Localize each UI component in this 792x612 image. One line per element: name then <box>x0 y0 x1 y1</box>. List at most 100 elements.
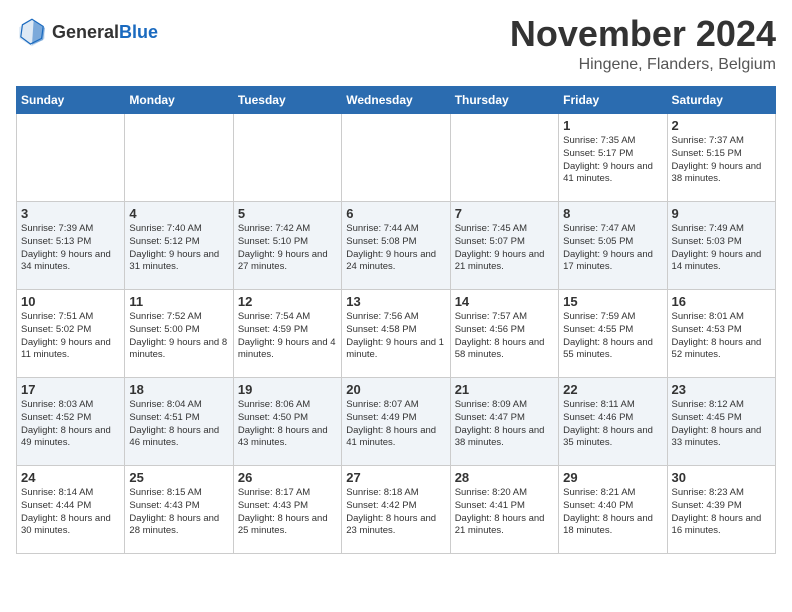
day-cell <box>17 114 125 202</box>
day-info: Sunrise: 8:23 AM Sunset: 4:39 PM Dayligh… <box>672 487 771 538</box>
day-cell: 22Sunrise: 8:11 AM Sunset: 4:46 PM Dayli… <box>559 378 667 466</box>
day-cell: 25 Sunrise: 8:15 AM Sunset: 4:43 PM Dayli… <box>125 466 233 554</box>
day-info: Sunrise: 8:12 AM Sunset: 4:45 PM Dayligh… <box>672 399 771 450</box>
day-number: 1 <box>563 118 662 133</box>
day-info: Sunrise: 8:14 AM Sunset: 4:44 PM Dayligh… <box>21 487 120 538</box>
logo: GeneralBlue <box>16 16 158 48</box>
day-info: Sunrise: 7:45 AM Sunset: 5:07 PM Dayligh… <box>455 223 554 274</box>
day-number: 5 <box>238 206 337 221</box>
day-number: 10 <box>21 294 120 309</box>
day-info: Sunrise: 8:04 AM Sunset: 4:51 PM Dayligh… <box>129 399 228 450</box>
day-cell: 7 Sunrise: 7:45 AM Sunset: 5:07 PM Daylig… <box>450 202 558 290</box>
day-number: 8 <box>563 206 662 221</box>
day-info: Sunrise: 7:44 AM Sunset: 5:08 PM Dayligh… <box>346 223 445 274</box>
day-cell: 16Sunrise: 8:01 AM Sunset: 4:53 PM Dayli… <box>667 290 775 378</box>
day-cell <box>125 114 233 202</box>
day-cell: 13 Sunrise: 7:56 AM Sunset: 4:58 PM Dayli… <box>342 290 450 378</box>
day-cell: 10 Sunrise: 7:51 AM Sunset: 5:02 PM Dayli… <box>17 290 125 378</box>
day-cell: 19 Sunrise: 8:06 AM Sunset: 4:50 PM Dayli… <box>233 378 341 466</box>
day-number: 12 <box>238 294 337 309</box>
day-info: Sunrise: 8:07 AM Sunset: 4:49 PM Dayligh… <box>346 399 445 450</box>
day-number: 25 <box>129 470 228 485</box>
day-cell: 4 Sunrise: 7:40 AM Sunset: 5:12 PM Daylig… <box>125 202 233 290</box>
day-info: Sunrise: 7:37 AM Sunset: 5:15 PM Dayligh… <box>672 135 771 186</box>
day-number: 19 <box>238 382 337 397</box>
day-cell <box>450 114 558 202</box>
day-info: Sunrise: 7:35 AM Sunset: 5:17 PM Dayligh… <box>563 135 662 186</box>
day-info: Sunrise: 8:20 AM Sunset: 4:41 PM Dayligh… <box>455 487 554 538</box>
calendar-table: SundayMondayTuesdayWednesdayThursdayFrid… <box>16 86 776 554</box>
day-cell: 5 Sunrise: 7:42 AM Sunset: 5:10 PM Daylig… <box>233 202 341 290</box>
day-cell: 3 Sunrise: 7:39 AM Sunset: 5:13 PM Daylig… <box>17 202 125 290</box>
day-info: Sunrise: 7:59 AM Sunset: 4:55 PM Dayligh… <box>563 311 662 362</box>
week-row-4: 17 Sunrise: 8:03 AM Sunset: 4:52 PM Dayli… <box>17 378 776 466</box>
day-info: Sunrise: 7:40 AM Sunset: 5:12 PM Dayligh… <box>129 223 228 274</box>
day-number: 30 <box>672 470 771 485</box>
day-number: 20 <box>346 382 445 397</box>
day-number: 11 <box>129 294 228 309</box>
day-number: 28 <box>455 470 554 485</box>
location: Hingene, Flanders, Belgium <box>510 56 776 74</box>
day-number: 16 <box>672 294 771 309</box>
day-number: 4 <box>129 206 228 221</box>
day-cell: 6Sunrise: 7:44 AM Sunset: 5:08 PM Daylig… <box>342 202 450 290</box>
day-info: Sunrise: 8:09 AM Sunset: 4:47 PM Dayligh… <box>455 399 554 450</box>
day-info: Sunrise: 8:03 AM Sunset: 4:52 PM Dayligh… <box>21 399 120 450</box>
day-number: 2 <box>672 118 771 133</box>
day-info: Sunrise: 8:17 AM Sunset: 4:43 PM Dayligh… <box>238 487 337 538</box>
day-info: Sunrise: 7:52 AM Sunset: 5:00 PM Dayligh… <box>129 311 228 362</box>
day-cell <box>233 114 341 202</box>
week-row-1: 1 Sunrise: 7:35 AM Sunset: 5:17 PM Daylig… <box>17 114 776 202</box>
page-header: GeneralBlue November 2024 Hingene, Fland… <box>16 16 776 74</box>
day-cell: 28 Sunrise: 8:20 AM Sunset: 4:41 PM Dayli… <box>450 466 558 554</box>
day-cell: 9 Sunrise: 7:49 AM Sunset: 5:03 PM Daylig… <box>667 202 775 290</box>
day-info: Sunrise: 8:11 AM Sunset: 4:46 PM Dayligh… <box>563 399 662 450</box>
day-number: 13 <box>346 294 445 309</box>
day-info: Sunrise: 7:56 AM Sunset: 4:58 PM Dayligh… <box>346 311 445 362</box>
day-info: Sunrise: 8:06 AM Sunset: 4:50 PM Dayligh… <box>238 399 337 450</box>
col-header-thursday: Thursday <box>450 87 558 114</box>
day-info: Sunrise: 7:42 AM Sunset: 5:10 PM Dayligh… <box>238 223 337 274</box>
logo-text: GeneralBlue <box>52 22 158 43</box>
day-cell: 20 Sunrise: 8:07 AM Sunset: 4:49 PM Dayli… <box>342 378 450 466</box>
col-header-tuesday: Tuesday <box>233 87 341 114</box>
week-row-2: 3 Sunrise: 7:39 AM Sunset: 5:13 PM Daylig… <box>17 202 776 290</box>
day-info: Sunrise: 8:18 AM Sunset: 4:42 PM Dayligh… <box>346 487 445 538</box>
day-info: Sunrise: 7:51 AM Sunset: 5:02 PM Dayligh… <box>21 311 120 362</box>
day-number: 24 <box>21 470 120 485</box>
month-title: November 2024 <box>510 16 776 52</box>
day-cell: 15Sunrise: 7:59 AM Sunset: 4:55 PM Dayli… <box>559 290 667 378</box>
day-cell: 14 Sunrise: 7:57 AM Sunset: 4:56 PM Dayli… <box>450 290 558 378</box>
day-info: Sunrise: 7:54 AM Sunset: 4:59 PM Dayligh… <box>238 311 337 362</box>
col-header-wednesday: Wednesday <box>342 87 450 114</box>
col-header-saturday: Saturday <box>667 87 775 114</box>
day-info: Sunrise: 7:39 AM Sunset: 5:13 PM Dayligh… <box>21 223 120 274</box>
day-cell: 29Sunrise: 8:21 AM Sunset: 4:40 PM Dayli… <box>559 466 667 554</box>
day-cell: 23Sunrise: 8:12 AM Sunset: 4:45 PM Dayli… <box>667 378 775 466</box>
day-info: Sunrise: 7:49 AM Sunset: 5:03 PM Dayligh… <box>672 223 771 274</box>
week-row-5: 24 Sunrise: 8:14 AM Sunset: 4:44 PM Dayli… <box>17 466 776 554</box>
day-cell: 30 Sunrise: 8:23 AM Sunset: 4:39 PM Dayli… <box>667 466 775 554</box>
day-info: Sunrise: 7:57 AM Sunset: 4:56 PM Dayligh… <box>455 311 554 362</box>
day-cell: 26 Sunrise: 8:17 AM Sunset: 4:43 PM Dayli… <box>233 466 341 554</box>
day-number: 26 <box>238 470 337 485</box>
day-cell: 2 Sunrise: 7:37 AM Sunset: 5:15 PM Daylig… <box>667 114 775 202</box>
day-cell: 11 Sunrise: 7:52 AM Sunset: 5:00 PM Dayli… <box>125 290 233 378</box>
day-cell: 21 Sunrise: 8:09 AM Sunset: 4:47 PM Dayli… <box>450 378 558 466</box>
day-info: Sunrise: 8:15 AM Sunset: 4:43 PM Dayligh… <box>129 487 228 538</box>
day-cell: 27Sunrise: 8:18 AM Sunset: 4:42 PM Dayli… <box>342 466 450 554</box>
day-cell: 1 Sunrise: 7:35 AM Sunset: 5:17 PM Daylig… <box>559 114 667 202</box>
day-number: 14 <box>455 294 554 309</box>
header-row: SundayMondayTuesdayWednesdayThursdayFrid… <box>17 87 776 114</box>
day-cell: 8Sunrise: 7:47 AM Sunset: 5:05 PM Daylig… <box>559 202 667 290</box>
col-header-monday: Monday <box>125 87 233 114</box>
day-number: 9 <box>672 206 771 221</box>
day-cell <box>342 114 450 202</box>
day-number: 17 <box>21 382 120 397</box>
day-cell: 17 Sunrise: 8:03 AM Sunset: 4:52 PM Dayli… <box>17 378 125 466</box>
day-number: 21 <box>455 382 554 397</box>
day-number: 29 <box>563 470 662 485</box>
day-number: 3 <box>21 206 120 221</box>
logo-icon <box>16 16 48 48</box>
day-number: 7 <box>455 206 554 221</box>
